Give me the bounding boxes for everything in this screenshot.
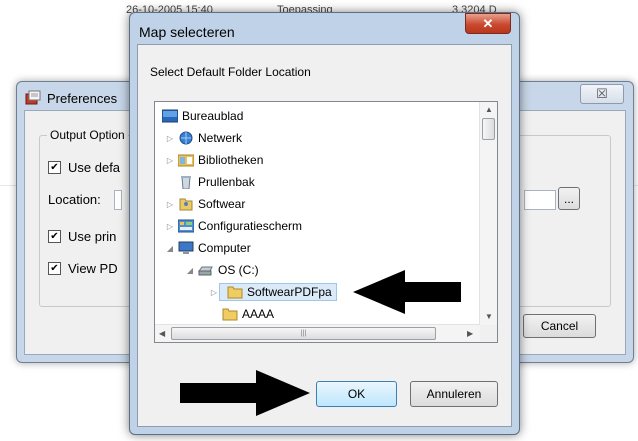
use-printer-label: Use prin <box>68 229 117 244</box>
user-folder-icon <box>179 198 193 211</box>
tree-item-softwearpdfpa[interactable]: ▷ SoftwearPDFpa <box>209 282 337 302</box>
view-pdf-label: View PD <box>68 261 118 276</box>
tree-item-label: Bureaublad <box>182 109 244 123</box>
location-label: Location: <box>48 192 101 207</box>
expand-icon[interactable]: ▷ <box>209 288 219 297</box>
expand-icon[interactable]: ▷ <box>165 156 175 165</box>
desktop-icon <box>162 109 178 123</box>
tree-item-label: Bibliotheken <box>198 153 264 167</box>
dialog-title: Map selecteren <box>139 24 235 40</box>
horizontal-scroll-thumb[interactable]: ||| <box>171 327 436 340</box>
dialog-description: Select Default Folder Location <box>150 65 311 79</box>
use-printer-checkbox[interactable]: ✔ Use prin <box>48 229 116 244</box>
tree-item-softwear[interactable]: ▷ Softwear <box>165 194 245 214</box>
vertical-scrollbar[interactable]: ▲ ▼ <box>479 102 497 327</box>
close-icon: ☒ <box>596 86 608 101</box>
recycle-bin-icon <box>181 176 191 189</box>
browse-label: ... <box>563 191 574 206</box>
drive-icon <box>198 266 213 276</box>
tree-item-label: Configuratiescherm <box>198 219 303 233</box>
scroll-grip-icon: ||| <box>300 330 307 337</box>
checkbox-checked-icon: ✔ <box>48 262 61 275</box>
preferences-close-button[interactable]: ☒ <box>580 84 624 104</box>
scroll-down-icon[interactable]: ▼ <box>485 312 493 321</box>
location-input[interactable] <box>114 190 122 210</box>
collapse-icon[interactable]: ◢ <box>165 244 175 253</box>
computer-icon <box>178 241 194 254</box>
scroll-left-icon[interactable]: ◀ <box>159 329 165 338</box>
cancel-button[interactable]: Annuleren <box>410 381 498 407</box>
expand-icon[interactable]: ▷ <box>165 134 175 143</box>
network-icon <box>179 131 193 145</box>
close-icon: ✕ <box>482 15 494 31</box>
horizontal-scrollbar[interactable]: ◀ ||| ▶ <box>155 324 480 342</box>
use-default-label: Use defa <box>68 160 121 175</box>
tree-item-label: OS (C:) <box>218 263 259 277</box>
preferences-titlebar: Preferences <box>25 90 117 106</box>
tree-item-label: SoftwearPDFpa <box>247 285 332 299</box>
output-options-label: Output Option <box>47 128 128 142</box>
tree-item-aaaa[interactable]: AAAA <box>219 304 274 324</box>
cancel-label: Cancel <box>540 319 579 333</box>
collapse-icon[interactable]: ◢ <box>185 266 195 275</box>
selected-tree-item[interactable]: SoftwearPDFpa <box>219 283 337 301</box>
view-pdf-checkbox[interactable]: ✔ View PD <box>48 261 118 276</box>
background-divider <box>0 185 16 186</box>
tree-item-bibliotheken[interactable]: ▷ Bibliotheken <box>165 150 263 170</box>
scrollbar-corner <box>480 325 497 342</box>
scroll-up-icon[interactable]: ▲ <box>485 105 493 114</box>
checkbox-checked-icon: ✔ <box>48 230 61 243</box>
app-icon <box>25 90 41 105</box>
preferences-cancel-button[interactable]: Cancel <box>523 314 596 338</box>
location-input-end[interactable] <box>524 190 556 210</box>
tree-item-label: Prullenbak <box>198 175 255 189</box>
control-panel-icon <box>178 219 194 233</box>
annuleren-label: Annuleren <box>426 387 482 401</box>
tree-item-label: Computer <box>198 241 251 255</box>
tree-item-bureaublad[interactable]: Bureaublad <box>159 106 243 126</box>
libraries-icon <box>178 154 194 167</box>
ok-label: OK <box>347 387 366 401</box>
tree-item-label: Softwear <box>198 197 246 211</box>
tree-item-computer[interactable]: ◢ Computer <box>165 238 251 258</box>
annotation-arrow-left-icon <box>353 270 461 314</box>
ok-button[interactable]: OK <box>316 381 397 407</box>
scroll-right-icon[interactable]: ▶ <box>467 329 473 338</box>
use-default-checkbox[interactable]: ✔ Use defa <box>48 160 120 175</box>
annotation-arrow-right-icon <box>180 370 310 416</box>
tree-item-prullenbak[interactable]: Prullenbak <box>175 172 255 192</box>
browse-button[interactable]: ... <box>558 187 580 210</box>
expand-icon[interactable]: ▷ <box>165 200 175 209</box>
tree-item-os-c[interactable]: ◢ OS (C:) <box>185 260 259 280</box>
tree-item-label: AAAA <box>242 307 275 321</box>
folder-icon <box>227 286 243 299</box>
folder-icon <box>222 308 238 321</box>
checkbox-checked-icon: ✔ <box>48 161 61 174</box>
tree-item-label: Netwerk <box>198 131 243 145</box>
dialog-close-button[interactable]: ✕ <box>465 13 511 34</box>
preferences-title: Preferences <box>47 90 118 106</box>
tree-item-netwerk[interactable]: ▷ Netwerk <box>165 128 242 148</box>
expand-icon[interactable]: ▷ <box>165 222 175 231</box>
vertical-scroll-thumb[interactable] <box>482 118 495 140</box>
tree-item-configuratiescherm[interactable]: ▷ Configuratiescherm <box>165 216 302 236</box>
